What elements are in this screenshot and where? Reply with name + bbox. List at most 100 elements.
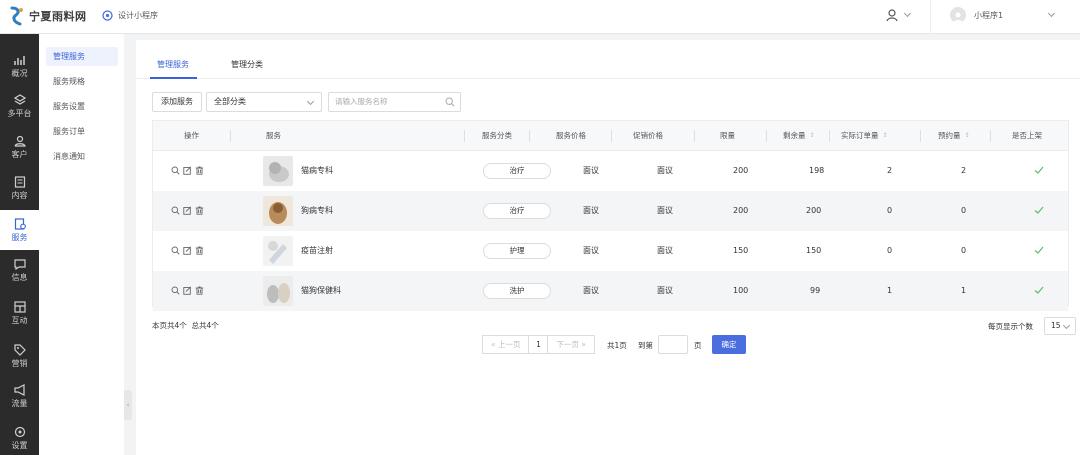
chevron-down-icon [1048, 9, 1056, 18]
booked-value: 1 [961, 286, 967, 295]
service-thumbnail-image [263, 276, 293, 306]
table-row: 猫狗保健科 洗护 面议 面议 100 99 1 1 [153, 271, 1068, 311]
submenu-item-service-spec[interactable]: 服务规格 [46, 72, 118, 91]
edit-icon[interactable] [183, 246, 192, 255]
sidebar-item-marketing[interactable]: 营销 [0, 336, 39, 376]
total-pages: 共1页 [607, 341, 627, 350]
user-icon [13, 135, 26, 147]
avatar [950, 7, 966, 23]
search-input[interactable]: 请输入服务名称 [328, 92, 461, 112]
tab-manage-category[interactable]: 管理分类 [231, 59, 263, 70]
service-price: 面议 [583, 246, 599, 255]
category-badge: 治疗 [483, 203, 551, 219]
chevron-down-icon [306, 97, 315, 106]
booked-value: 2 [961, 166, 967, 175]
service-submenu: 管理服务 服务规格 服务设置 服务订单 消息通知 [39, 34, 124, 455]
sidebar-item-service[interactable]: 服务 [0, 210, 39, 250]
sidebar-item-settings[interactable]: 设置 [0, 418, 39, 455]
page-size-select[interactable]: 15 [1044, 317, 1076, 335]
limit-value: 100 [733, 286, 749, 295]
delete-icon[interactable] [195, 166, 204, 175]
remaining-value: 150 [806, 246, 822, 255]
record-count: 本页共4个 总共4个 [152, 321, 219, 330]
sidebar-item-customers[interactable]: 客户 [0, 127, 39, 167]
col-header-remaining[interactable]: 剩余量 ↕ [783, 121, 815, 151]
sidebar-item-interaction[interactable]: 互动 [0, 293, 39, 333]
view-icon[interactable] [171, 166, 180, 175]
limit-value: 150 [733, 246, 749, 255]
design-mini-program-link[interactable]: 设计小程序 [102, 10, 158, 21]
settings-icon [14, 426, 25, 437]
orders-value: 0 [887, 206, 893, 215]
delete-icon[interactable] [195, 246, 204, 255]
confirm-button[interactable]: 确定 [712, 335, 746, 354]
user-menu[interactable] [885, 8, 912, 22]
divider [611, 130, 612, 142]
col-header-promo-price: 促销价格 [633, 131, 663, 140]
promo-price: 面议 [657, 166, 673, 175]
category-select-value: 全部分类 [214, 97, 246, 106]
remaining-value: 200 [806, 206, 822, 215]
table-header: 操作 服务 服务分类 服务价格 促销价格 限量 剩余量 ↕ 实际订单量 ↕ 预约量 ↕… [153, 121, 1068, 151]
table-row: 猫病专科 治疗 面议 面议 200 198 2 2 [153, 151, 1068, 191]
tab-manage-service[interactable]: 管理服务 [157, 59, 189, 70]
goto-page-input[interactable] [658, 335, 688, 354]
logo[interactable]: 宁夏雨料网 [8, 6, 87, 26]
col-header-booked[interactable]: 预约量 ↕ [938, 121, 970, 151]
main-sidebar: 概况 多平台 客户 内容 服务 信息 互动 营销 流量 设置 [0, 34, 39, 455]
sidebar-item-content[interactable]: 内容 [0, 168, 39, 208]
account-menu[interactable]: 小程序1 [950, 7, 1056, 23]
promo-price: 面议 [657, 206, 673, 215]
prev-page-button[interactable]: « 上一页 [482, 335, 530, 354]
submenu-item-service-orders[interactable]: 服务订单 [46, 122, 118, 141]
category-select[interactable]: 全部分类 [206, 92, 322, 112]
category-badge: 治疗 [483, 163, 551, 179]
active-tab-indicator [150, 77, 197, 79]
service-name: 疫苗注射 [301, 246, 333, 255]
view-icon[interactable] [171, 206, 180, 215]
table-row: 狗病专科 治疗 面议 面议 200 200 0 0 [153, 191, 1068, 231]
service-price: 面议 [583, 206, 599, 215]
view-icon[interactable] [171, 286, 180, 295]
delete-icon[interactable] [195, 286, 204, 295]
submenu-item-service-settings[interactable]: 服务设置 [46, 97, 118, 116]
col-header-limit: 限量 [720, 131, 735, 140]
search-icon[interactable] [445, 97, 455, 107]
sidebar-item-traffic[interactable]: 流量 [0, 376, 39, 416]
col-header-category: 服务分类 [482, 131, 512, 140]
submenu-item-manage-service[interactable]: 管理服务 [46, 47, 118, 66]
divider [230, 130, 231, 142]
add-service-button[interactable]: 添加服务 [152, 92, 202, 112]
row-actions [171, 246, 204, 255]
col-header-orders[interactable]: 实际订单量 ↕ [841, 121, 888, 151]
sidebar-item-multiplatform[interactable]: 多平台 [0, 86, 39, 126]
delete-icon[interactable] [195, 206, 204, 215]
orders-value: 0 [887, 246, 893, 255]
row-actions [171, 286, 204, 295]
service-thumbnail-image [263, 196, 293, 226]
collapse-sidebar-button[interactable]: ‹ [124, 390, 132, 420]
edit-icon[interactable] [183, 206, 192, 215]
booked-value: 0 [961, 206, 967, 215]
service-icon [14, 217, 26, 230]
search-placeholder: 请输入服务名称 [335, 97, 388, 106]
sidebar-item-overview[interactable]: 概况 [0, 46, 39, 86]
page-unit-label: 页 [694, 341, 702, 350]
promo-price: 面议 [657, 286, 673, 295]
check-icon [1034, 166, 1044, 174]
col-header-listed: 是否上架 [1012, 131, 1042, 140]
service-thumbnail-image [263, 236, 293, 266]
submenu-item-notifications[interactable]: 消息通知 [46, 147, 118, 166]
sidebar-item-info[interactable]: 信息 [0, 250, 39, 290]
page-number[interactable]: 1 [529, 335, 548, 354]
divider [529, 130, 530, 142]
edit-icon[interactable] [183, 286, 192, 295]
view-icon[interactable] [171, 246, 180, 255]
divider [766, 130, 767, 142]
chevron-down-icon [903, 9, 912, 18]
edit-icon[interactable] [183, 166, 192, 175]
next-page-button[interactable]: 下一页 » [547, 335, 595, 354]
logo-text: 宁夏雨料网 [29, 10, 87, 23]
booked-value: 0 [961, 246, 967, 255]
col-header-service: 服务 [266, 131, 281, 140]
